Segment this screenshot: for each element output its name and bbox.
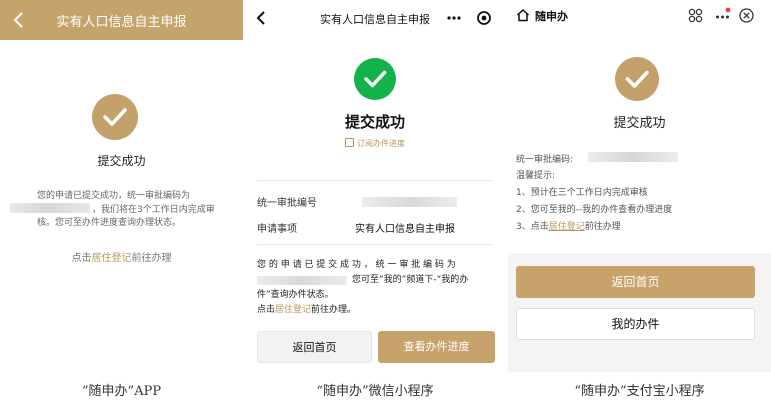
more-icon[interactable] [714, 7, 731, 24]
redacted-code [10, 203, 90, 213]
register-hint-prefix: 点击 [71, 253, 92, 264]
bookmark-icon [345, 138, 354, 147]
notice-line-1: 您 的 申 请 已 提 交 成 功 ， 统 一 审 批 编 码 为 [257, 260, 456, 270]
wechat-caption: “随申办”微信小程序 [316, 384, 434, 399]
redacted-code [257, 276, 347, 285]
success-title: 提交成功 [97, 154, 146, 168]
message-line-1: 您的申请已提交成功，统一审批编码为 [37, 191, 191, 201]
register-link[interactable]: 居住登记 [549, 222, 585, 232]
success-check-icon [615, 57, 659, 101]
register-link[interactable]: 居住登记 [92, 253, 132, 264]
register-link[interactable]: 居住登记 [275, 305, 311, 315]
tip-3-prefix: 3、点击 [516, 222, 549, 232]
success-title: 提交成功 [613, 116, 666, 131]
success-check-icon [354, 58, 396, 100]
more-icon[interactable] [447, 16, 451, 20]
notification-dot-icon [725, 7, 731, 13]
tip-3: 3、点击居住登记前往办理 [516, 219, 621, 232]
alipay-caption: “随申办”支付宝小程序 [574, 384, 705, 399]
approval-code-label: 统一审批编号 [257, 198, 317, 209]
home-icon[interactable] [516, 8, 530, 22]
notice-line-3: 件”查询办件状态。 [257, 290, 334, 300]
divider [257, 244, 493, 245]
view-progress-button[interactable]: 查看办件进度 [378, 331, 495, 363]
app-title: 随申办 [535, 10, 568, 23]
redacted-code [588, 152, 678, 162]
divider [257, 180, 493, 181]
subscribe-progress-label: 订阅办件进度 [357, 139, 405, 148]
my-cases-button[interactable]: 我的办件 [516, 308, 755, 340]
subscribe-progress-link[interactable]: 订阅办件进度 [247, 138, 503, 149]
register-hint: 点击居住登记前往办理 [0, 249, 243, 264]
register-hint: 点击居住登记前往办理。 [257, 303, 493, 318]
alipay-panel: 随申办 提交成功 统一审批编码: 温馨提示: 1、预计在三个工作日内完成审核 2… [508, 0, 771, 372]
success-title: 提交成功 [344, 113, 405, 131]
message-line-3: 核。您可至办件进度查询办理状态。 [37, 218, 182, 228]
wechat-header: 实有人口信息自主申报 [247, 0, 503, 36]
register-hint-suffix: 前往办理。 [311, 305, 357, 315]
application-item-value: 实有人口信息自主申报 [355, 224, 455, 235]
register-hint-prefix: 点击 [257, 305, 276, 315]
message-line-2: ，我们将在3个工作日内完成审 [92, 205, 215, 215]
tip-3-suffix: 前往办理 [584, 222, 621, 232]
miniprogram-capsule [447, 11, 491, 25]
tip-1: 1、预计在三个工作日内完成审核 [516, 188, 648, 198]
alipay-header: 随申办 [508, 0, 771, 32]
redacted-code [362, 197, 457, 207]
page-title: 实有人口信息自主申报 [56, 15, 187, 30]
scan-grid-icon[interactable] [687, 7, 704, 24]
application-item-label: 申请事项 [257, 224, 297, 235]
wechat-panel: 实有人口信息自主申报 提交成功 订阅办件进度 统一审批编号 申请事项 实有人口信… [247, 0, 503, 372]
close-icon[interactable] [738, 7, 755, 24]
register-hint-suffix: 前往办理 [131, 253, 172, 264]
notice-paragraph: 您 的 申 请 已 提 交 成 功 ， 统 一 审 批 编 码 为 您可至“我的… [257, 258, 493, 318]
app-caption: “随申办”APP [81, 384, 162, 399]
success-check-icon [92, 94, 138, 140]
back-home-button[interactable]: 返回首页 [516, 266, 755, 298]
back-home-button[interactable]: 返回首页 [257, 331, 372, 363]
app-panel: 实有人口信息自主申报 提交成功 您的申请已提交成功，统一审批编码为 ，我们将在3… [0, 0, 243, 372]
app-header: 实有人口信息自主申报 [0, 0, 243, 40]
tip-2: 2、您可至我的--我的办件查看办理进度 [516, 205, 673, 215]
approval-code-label: 统一审批编码: [516, 155, 574, 165]
tips-label: 温馨提示: [516, 171, 556, 181]
